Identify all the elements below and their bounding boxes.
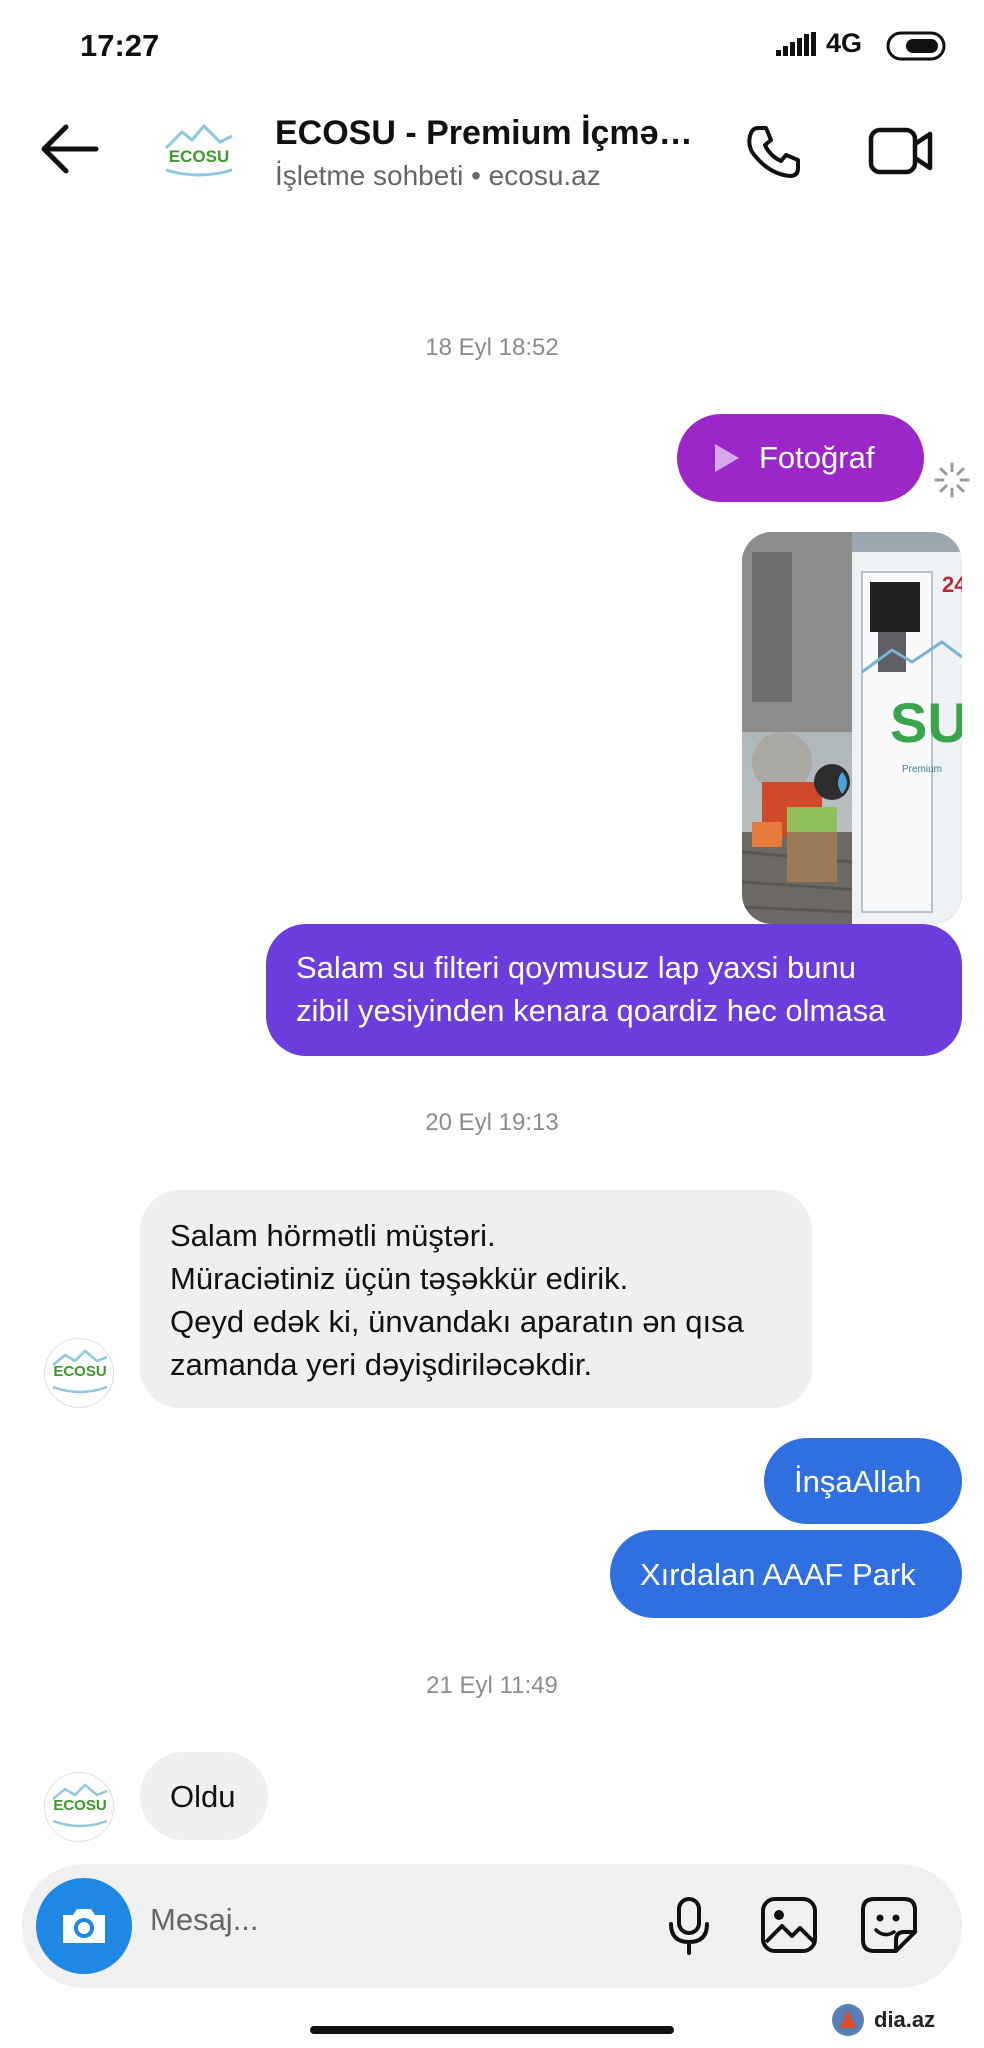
message-text: Oldu (170, 1778, 236, 1814)
microphone-icon[interactable] (666, 1896, 712, 1956)
message-line: Salam su filteri qoymusuz lap yaxsi bunu (296, 950, 856, 985)
message-text: İnşaAllah (794, 1463, 922, 1499)
status-time: 17:27 (80, 28, 160, 63)
outgoing-message-bubble[interactable]: Salam su filteri qoymusuz lap yaxsi bunu… (266, 924, 962, 1056)
outgoing-message-bubble[interactable]: İnşaAllah (764, 1438, 962, 1524)
message-line: Qeyd edək ki, ünvandakı aparatın ən qısa (170, 1304, 744, 1339)
photo-message-bubble[interactable]: Fotoğraf (677, 414, 924, 502)
sent-photo[interactable]: 24 SU Premium (742, 532, 962, 924)
sender-avatar[interactable]: ECOSU (44, 1338, 114, 1408)
network-label: 4G (826, 28, 863, 58)
phone-call-icon[interactable] (744, 122, 804, 182)
status-bar: 17:27 4G (0, 0, 984, 90)
home-indicator[interactable] (310, 2026, 674, 2034)
gallery-icon[interactable] (760, 1896, 818, 1954)
date-separator: 21 Eyl 11:49 (426, 1672, 558, 1699)
battery-icon (886, 31, 946, 61)
svg-text:24: 24 (942, 572, 962, 597)
ecosu-logo-icon: ECOSU (164, 123, 233, 177)
incoming-message-bubble[interactable]: Oldu (140, 1752, 268, 1840)
sending-spinner-icon (934, 462, 970, 498)
chat-title[interactable]: ECOSU - Premium İçmə… (275, 114, 693, 153)
message-text: Xırdalan AAAF Park (640, 1556, 916, 1592)
message-line: Müraciətiniz üçün təşəkkür edirik. (170, 1261, 629, 1296)
video-call-icon[interactable] (868, 124, 934, 178)
message-input[interactable] (150, 1902, 530, 1938)
message-composer (22, 1864, 962, 1988)
sticker-icon[interactable] (860, 1896, 918, 1954)
chat-subtitle: İşletme sohbeti • ecosu.az (275, 160, 601, 191)
chat-header: ECOSU ECOSU - Premium İçmə… İşletme sohb… (0, 100, 984, 210)
header-avatar[interactable]: ECOSU (160, 118, 238, 188)
watermark: dia.az (830, 2002, 935, 2038)
watermark-logo-icon (832, 2004, 864, 2036)
photo-message-label: Fotoğraf (759, 440, 875, 475)
sender-avatar-label: ECOSU (53, 1797, 107, 1814)
date-separator: 20 Eyl 19:13 (425, 1109, 559, 1136)
sender-avatar-label: ECOSU (53, 1363, 107, 1380)
outgoing-message-bubble[interactable]: Xırdalan AAAF Park (610, 1530, 962, 1618)
signal-icon (776, 32, 816, 56)
message-line: zibil yesiyinden kenara qoardiz hec olma… (296, 993, 886, 1028)
photo-image: 24 SU Premium (742, 532, 962, 924)
incoming-message-bubble[interactable]: Salam hörmətli müştəri. Müraciətiniz üçü… (140, 1190, 812, 1408)
watermark-text: dia.az (874, 2007, 936, 2032)
message-line: Salam hörmətli müştəri. (170, 1218, 496, 1253)
camera-button[interactable] (36, 1878, 132, 1974)
svg-text:SU: SU (890, 691, 962, 754)
play-icon (715, 444, 739, 472)
date-separator: 18 Eyl 18:52 (425, 334, 559, 361)
sender-avatar[interactable]: ECOSU (44, 1772, 114, 1842)
message-line: zamanda yeri dəyişdiriləcəkdir. (170, 1347, 593, 1382)
svg-text:Premium: Premium (902, 764, 942, 775)
header-avatar-label: ECOSU (169, 147, 229, 166)
back-arrow-icon[interactable] (38, 122, 100, 176)
camera-icon (63, 1909, 105, 1943)
